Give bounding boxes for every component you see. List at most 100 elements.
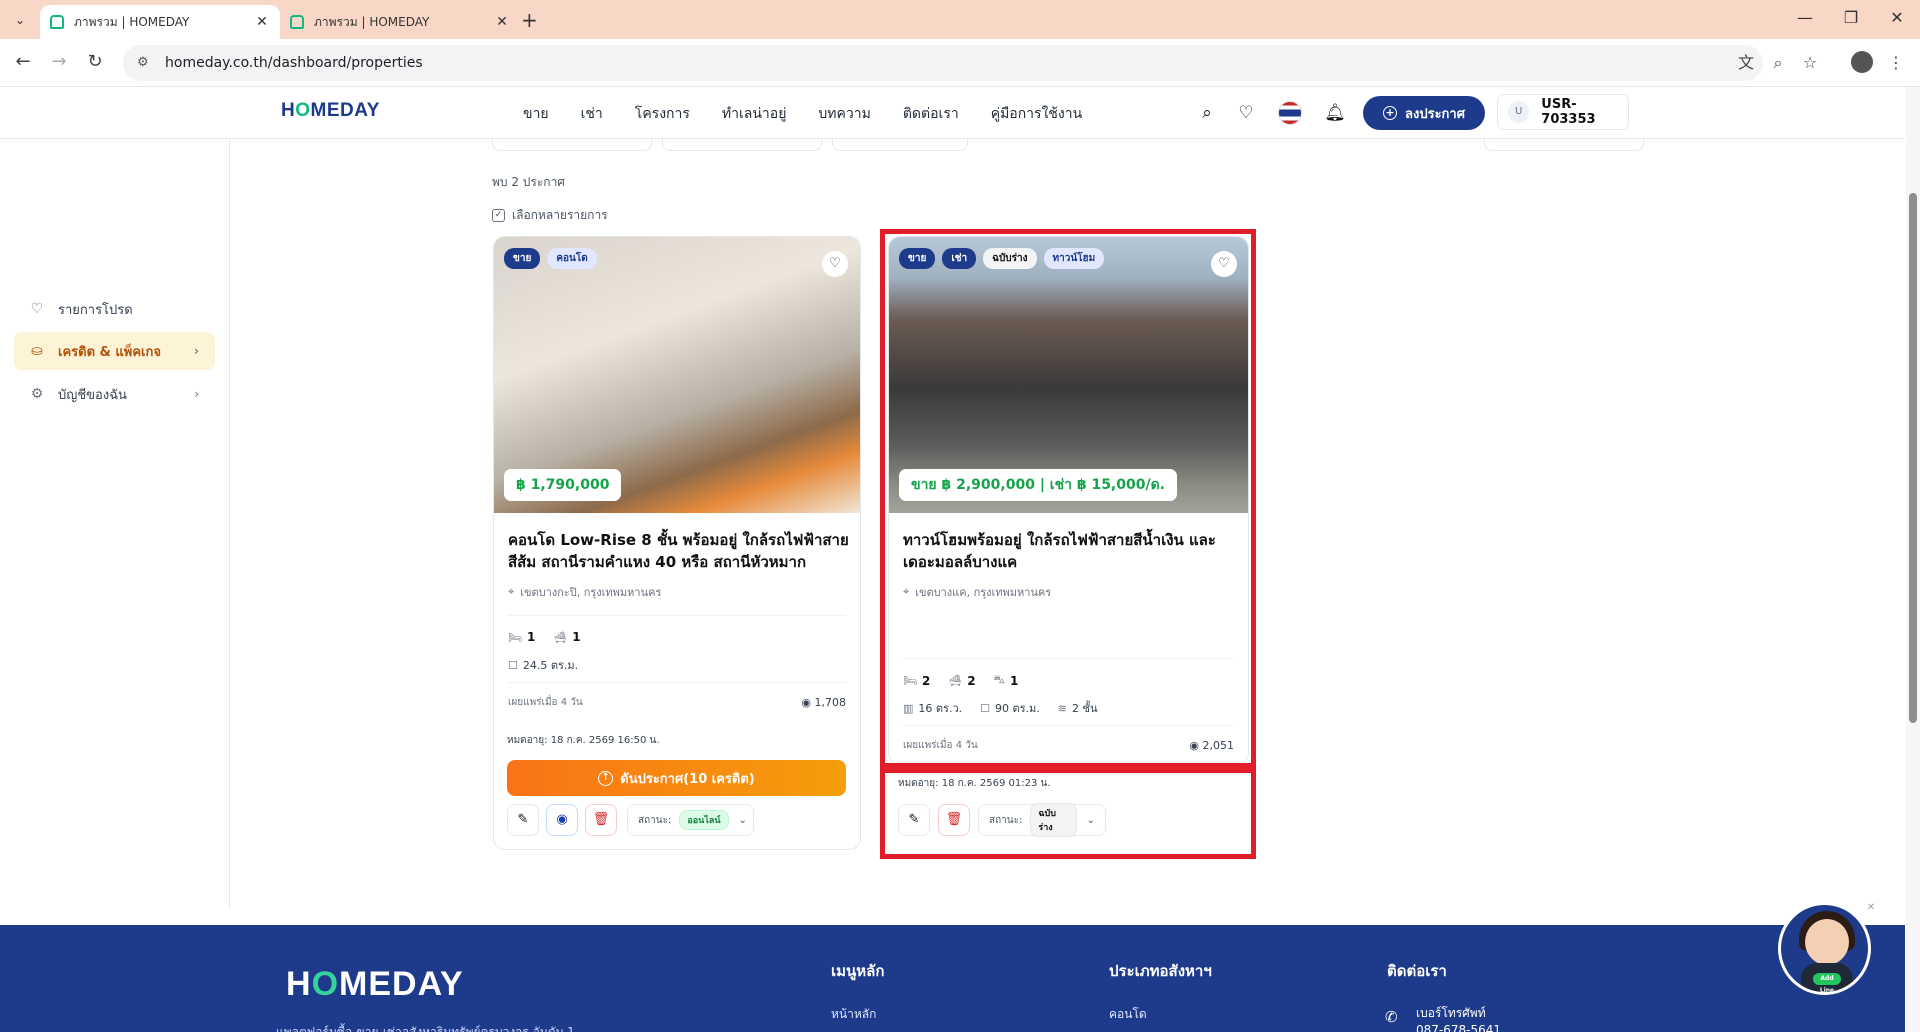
sidebar-item-label: รายการโปรด — [58, 302, 133, 318]
sort-select[interactable] — [1484, 139, 1644, 151]
site-header: HOMEDAY ขาย เช่า โครงการ ทำเลน่าอยู่ บทค… — [0, 87, 1905, 139]
beds-count: 2 — [921, 673, 931, 688]
profile-avatar[interactable] — [1851, 51, 1873, 73]
close-tab-icon[interactable]: ✕ — [494, 14, 510, 30]
badge-sell: ขาย — [504, 248, 541, 269]
area-square-icon: ☐ — [508, 658, 518, 672]
bookmark-star-icon[interactable]: ☆ — [1798, 51, 1822, 75]
nav-manual[interactable]: คู่มือการใช้งาน — [991, 103, 1082, 125]
line-chat-mascot[interactable]: Add Line — [1778, 902, 1871, 995]
sidebar-item-label: บัญชีของฉัน — [58, 387, 127, 403]
multi-select-toggle[interactable]: ✓ เลือกหลายรายการ — [492, 206, 608, 225]
scrollbar-thumb[interactable] — [1909, 193, 1917, 723]
view-eye-icon[interactable]: ◉ — [546, 804, 578, 836]
bed-icon: 🛏︎ — [508, 630, 522, 644]
baths-count: 2 — [967, 673, 976, 688]
sidebar-item-label: เครดิต & แพ็คเกจ — [58, 344, 161, 360]
expiry-text: หมดอายุ: 18 ก.ค. 2569 16:50 น. — [507, 735, 660, 746]
chevron-right-icon: › — [194, 344, 199, 358]
nav-projects[interactable]: โครงการ — [635, 103, 690, 125]
nav-contact[interactable]: ติดต่อเรา — [903, 103, 959, 125]
delete-trash-icon[interactable]: 🗑︎ — [938, 804, 970, 836]
browser-tab-2[interactable]: ภาพรวม | HOMEDAY ✕ — [280, 5, 520, 39]
heart-icon: ♡ — [30, 301, 44, 317]
boost-listing-button[interactable]: ↑ ดันประกาศ(10 เครดิต) — [507, 760, 846, 796]
price-tag: ฿ 1,790,000 — [504, 469, 622, 501]
floors-value: 2 ชั้น — [1072, 702, 1098, 715]
property-location: ⌖ เขตบางแค, กรุงเทพมหานคร — [903, 583, 1051, 601]
forward-icon[interactable]: → — [47, 51, 71, 72]
browser-tab-1[interactable]: ภาพรวม | HOMEDAY ✕ — [40, 5, 280, 39]
address-bar[interactable]: ⚙ homeday.co.th/dashboard/properties — [123, 45, 1763, 81]
area-square-icon: ☐ — [980, 701, 990, 715]
sidebar-item-account[interactable]: ⚙ บัญชีของฉัน › — [14, 375, 215, 413]
phone-number: 087-678-5641 — [1416, 1023, 1502, 1032]
homeday-logo[interactable]: HOMEDAY — [281, 100, 380, 122]
zoom-icon[interactable]: ⌕ — [1766, 51, 1790, 75]
favorites-heart-icon[interactable]: ♡ — [1234, 101, 1258, 125]
footer-col-contact: ติดต่อเรา — [1387, 959, 1447, 983]
sidebar-item-favorites[interactable]: ♡ รายการโปรด — [14, 290, 215, 328]
footer-heading: ประเภทอสังหาฯ — [1109, 962, 1212, 980]
favorite-heart-icon[interactable]: ♡ — [1211, 251, 1237, 277]
site-settings-icon[interactable]: ⚙ — [137, 55, 153, 71]
footer-link[interactable]: หน้าหลัก — [831, 1005, 884, 1024]
chevron-right-icon: › — [194, 387, 199, 401]
footer-logo[interactable]: HOMEDAY — [286, 965, 464, 1004]
user-menu[interactable]: U USR-703353 — [1497, 94, 1629, 130]
property-title[interactable]: คอนโด Low-Rise 8 ชั้น พร้อมอยู่ ใกล้รถไฟ… — [508, 529, 849, 573]
close-tab-icon[interactable]: ✕ — [254, 14, 270, 30]
footer-phone[interactable]: ✆ เบอร์โทรศัพท์ 087-678-5641 — [1385, 1004, 1501, 1032]
gear-icon: ⚙ — [30, 386, 44, 402]
filter-select[interactable] — [662, 139, 822, 151]
new-tab-icon[interactable]: + — [521, 8, 538, 32]
filter-select[interactable] — [832, 139, 968, 151]
nav-sell[interactable]: ขาย — [523, 103, 549, 125]
room-specs: 🛏︎ 1 🛁︎ 1 — [508, 630, 599, 644]
footer-heading: เมนูหลัก — [831, 962, 885, 980]
location-text: เขตบางแค, กรุงเทพมหานคร — [915, 586, 1052, 599]
room-specs: 🛏︎ 2 🛁︎ 2 ⛍ 1 — [903, 673, 1036, 688]
tab-search-chevron-icon[interactable]: ⌄ — [10, 10, 30, 30]
notification-bell-icon[interactable]: 🔔︎ — [1323, 101, 1347, 125]
nav-rent[interactable]: เช่า — [581, 103, 603, 125]
nav-articles[interactable]: บทความ — [818, 103, 870, 125]
area-value: 24.5 ตร.ม. — [522, 659, 579, 672]
filter-select[interactable] — [492, 139, 652, 151]
minimize-icon[interactable]: — — [1790, 8, 1820, 27]
close-mascot-icon[interactable]: ✕ — [1864, 901, 1878, 915]
restore-icon[interactable]: ❐ — [1836, 8, 1866, 27]
search-icon[interactable]: ⌕ — [1195, 101, 1219, 125]
price-tag: ขาย ฿ 2,900,000 | เช่า ฿ 15,000/ด. — [899, 469, 1177, 501]
bath-icon: 🛁︎ — [948, 674, 963, 687]
status-label: สถานะ: — [638, 814, 672, 826]
bath-icon: 🛁︎ — [553, 630, 568, 644]
footer-link[interactable]: คอนโด — [1109, 1005, 1212, 1024]
multi-select-label: เลือกหลายรายการ — [512, 208, 608, 222]
close-window-icon[interactable]: ✕ — [1882, 8, 1912, 27]
boost-label: ดันประกาศ(10 เครดิต) — [620, 771, 755, 787]
status-select[interactable]: สถานะ: ออนไลน์ ⌄ — [627, 804, 754, 836]
delete-trash-icon[interactable]: 🗑︎ — [585, 804, 617, 836]
sidebar-item-credits[interactable]: ⛀ เครดิต & แพ็คเกจ › — [14, 332, 215, 370]
card-footer: เผยแพร่เมื่อ 4 วัน ◉ 1,708 — [508, 695, 846, 710]
edit-pencil-icon[interactable]: ✎ — [898, 804, 930, 836]
beds-count: 1 — [526, 630, 536, 644]
land-value: 16 ตร.ว. — [918, 702, 963, 715]
thai-flag-language-icon[interactable] — [1278, 101, 1302, 125]
nav-locations[interactable]: ทำเลน่าอยู่ — [722, 103, 787, 125]
back-icon[interactable]: ← — [11, 51, 35, 72]
post-listing-button[interactable]: + ลงประกาศ — [1363, 96, 1485, 130]
property-title[interactable]: ทาวน์โฮมพร้อมอยู่ ใกล้รถไฟฟ้าสายสีน้ำเงิ… — [903, 529, 1216, 573]
browser-menu-icon[interactable]: ⋮ — [1884, 51, 1908, 75]
translate-icon[interactable]: 文 — [1734, 51, 1758, 75]
parking-count: 1 — [1010, 673, 1019, 688]
status-select[interactable]: สถานะ: ฉบับร่าง ⌄ — [978, 803, 1106, 837]
views-count: ◉ 1,708 — [801, 696, 846, 709]
edit-pencil-icon[interactable]: ✎ — [507, 804, 539, 836]
badge-draft: ฉบับร่าง — [983, 248, 1037, 269]
page-scrollbar[interactable] — [1906, 87, 1920, 1032]
reload-icon[interactable]: ↻ — [83, 51, 107, 72]
favorite-heart-icon[interactable]: ♡ — [822, 251, 848, 277]
url-text: homeday.co.th/dashboard/properties — [165, 55, 423, 71]
